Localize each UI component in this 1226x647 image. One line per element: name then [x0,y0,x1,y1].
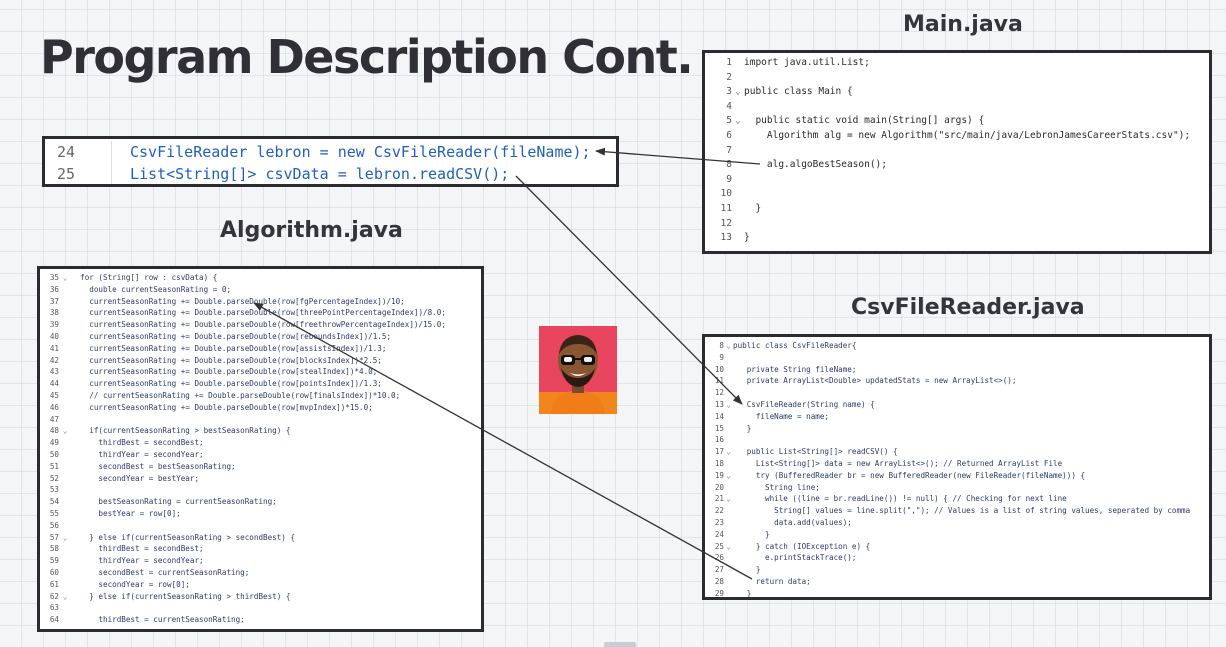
arrow-snippet-to-csvreader [515,175,743,405]
arrow-return-to-algorithm [253,302,753,580]
connector-arrows [253,147,761,580]
arrow-main-to-snippet [595,147,761,165]
